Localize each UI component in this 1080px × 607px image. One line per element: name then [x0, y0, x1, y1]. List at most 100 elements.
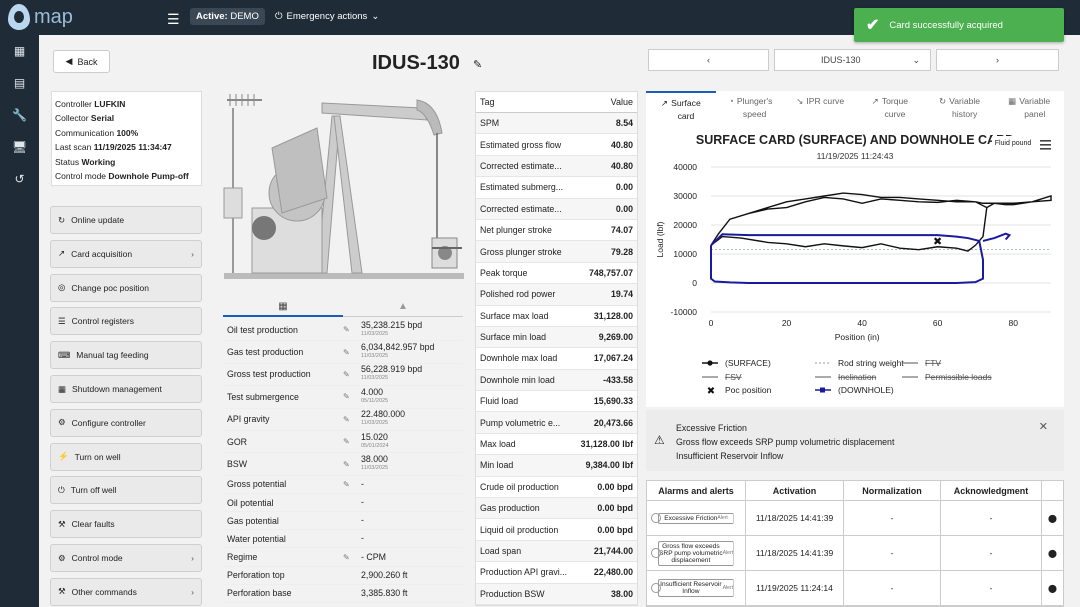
- command-label: Turn off well: [70, 485, 117, 496]
- x-tick-label: 20: [782, 318, 792, 328]
- edit-icon[interactable]: ✎: [343, 460, 361, 469]
- tab-equipment[interactable]: ▲: [343, 297, 463, 317]
- tag-row: Corrected estimate... 0.00: [476, 198, 637, 220]
- edit-icon[interactable]: ✎: [343, 392, 361, 401]
- y-tick-label: 20000: [673, 220, 697, 230]
- y-tick-label: 40000: [673, 162, 697, 172]
- command-button[interactable]: ⚙ Configure controller: [50, 408, 202, 437]
- legend-marker: ✖: [707, 386, 715, 397]
- command-button[interactable]: ↗ Card acquisition ›: [50, 239, 202, 268]
- acknowledge-stamp-icon[interactable]: ⬤: [1042, 536, 1063, 570]
- command-button[interactable]: ↻ Online update: [50, 206, 202, 234]
- command-button[interactable]: ▦ Shutdown management: [50, 375, 202, 403]
- production-date: 11/03/2025: [361, 375, 389, 382]
- tag-value: 0.00: [615, 182, 633, 193]
- pumpjack-illustration: [223, 94, 464, 279]
- dashboard-icon[interactable]: ▦: [0, 35, 39, 67]
- monitor-icon[interactable]: 🖥: [0, 131, 39, 163]
- tag-name: Surface min load: [480, 332, 547, 343]
- production-value-text: -: [361, 497, 364, 508]
- production-date: 11/03/2025: [361, 465, 389, 472]
- prev-well-button[interactable]: ‹: [648, 49, 769, 71]
- tag-name: Liquid oil production: [480, 524, 559, 535]
- command-button[interactable]: ☰ Control registers: [50, 307, 202, 336]
- tag-row: Production BSW 38.00: [476, 583, 637, 605]
- tag-value: 40.80: [610, 139, 633, 150]
- tools-icon[interactable]: 🔧: [0, 99, 39, 131]
- edit-icon[interactable]: ✎: [343, 437, 361, 446]
- alarm-select-radio[interactable]: [651, 513, 661, 523]
- tab-chart[interactable]: ◔ Plunger's speed: [716, 91, 786, 122]
- y-tick-label: 30000: [673, 191, 697, 201]
- active-mode-badge[interactable]: Active: DEMO: [190, 8, 265, 25]
- report-icon[interactable]: ▤: [0, 67, 39, 99]
- tag-row: Net plunger stroke 74.07: [476, 220, 637, 242]
- command-button[interactable]: ⚒ Other commands ›: [50, 577, 202, 606]
- menu-icon[interactable]: ☰: [167, 11, 180, 28]
- close-icon[interactable]: ✕: [1039, 420, 1048, 434]
- alarm-activation: 11/18/2025 14:41:39: [746, 536, 844, 570]
- tab-chart[interactable]: ↘ IPR curve: [785, 91, 855, 122]
- edit-icon[interactable]: ✎: [473, 58, 482, 71]
- edit-icon[interactable]: ✎: [343, 348, 361, 357]
- tab-chart[interactable]: ↗ Surface card: [646, 91, 716, 122]
- emergency-actions-menu[interactable]: ⏻ Emergency actions ⌄: [275, 11, 379, 22]
- history-icon[interactable]: ↺: [0, 163, 39, 195]
- tag-name: Min load: [480, 460, 514, 471]
- alarm-select-radio[interactable]: [651, 548, 661, 558]
- tag-value: 19.74: [610, 289, 633, 300]
- command-button[interactable]: ⚙ Control mode ›: [50, 544, 202, 572]
- acknowledge-stamp-icon[interactable]: ⬤: [1042, 571, 1063, 605]
- well-selector[interactable]: IDUS-130 ⌄: [774, 49, 931, 71]
- alarm-select-radio[interactable]: [651, 583, 661, 593]
- production-label: Gas potential: [227, 515, 279, 526]
- back-button[interactable]: ◀ Back: [53, 50, 110, 73]
- command-button[interactable]: ⏻ Turn off well: [50, 476, 202, 505]
- logo-text: map: [34, 5, 73, 28]
- production-value: 15.020 05/01/2024: [361, 432, 463, 451]
- edit-icon[interactable]: ✎: [343, 415, 361, 424]
- tab-chart[interactable]: ▦ Variable panel: [994, 91, 1064, 122]
- success-toast[interactable]: ✔ Card successfully acquired: [854, 8, 1064, 42]
- tab-production[interactable]: ▦: [223, 297, 343, 317]
- tag-name: Estimated submerg...: [480, 182, 564, 193]
- command-button[interactable]: ⚡ Turn on well: [50, 442, 202, 471]
- tab-label: Torque curve: [882, 95, 908, 121]
- command-button[interactable]: ⚒ Clear faults: [50, 510, 202, 539]
- production-row: GOR ✎ 15.020 05/01/2024: [223, 431, 463, 454]
- sidebar: ▦ ▤ 🔧 🖥 ↺: [0, 35, 39, 607]
- command-label: Manual tag feeding: [76, 350, 149, 361]
- tag-name: Production API gravi...: [480, 567, 568, 578]
- tag-value: 9,384.00 lbf: [585, 460, 633, 471]
- acknowledge-stamp-icon[interactable]: ⬤: [1042, 501, 1063, 535]
- logo-drop-icon: [8, 4, 30, 30]
- tag-row: Corrected estimate... 40.80: [476, 155, 637, 178]
- command-button[interactable]: ◎ Change poc position: [50, 273, 202, 302]
- tag-row: Surface max load 31,128.00: [476, 306, 637, 327]
- command-button[interactable]: ⌨ Manual tag feeding: [50, 341, 202, 370]
- edit-icon[interactable]: ✎: [343, 370, 361, 379]
- production-value: 38.000 11/03/2025: [361, 455, 463, 473]
- alarms-header: Alarms and alerts Activation Normalizati…: [647, 481, 1063, 501]
- edit-icon[interactable]: ✎: [343, 480, 361, 489]
- tag-row: Production API gravi... 22,480.00: [476, 562, 637, 584]
- x-tick-label: 60: [933, 318, 943, 328]
- alarm-type: Alert: [722, 584, 733, 591]
- production-value: 4.000 05/11/2025: [361, 387, 463, 406]
- building-icon: ▦: [278, 300, 288, 312]
- next-well-button[interactable]: ›: [936, 49, 1059, 71]
- production-row: API gravity ✎ 22.480.000 11/03/2025: [223, 409, 463, 431]
- edit-icon[interactable]: ✎: [343, 325, 361, 334]
- tag-table: Tag Value SPM 8.54 Estimated gross flow 40.8…: [475, 91, 638, 606]
- logo[interactable]: map: [8, 4, 73, 30]
- tag-row: Estimated gross flow 40.80: [476, 134, 637, 156]
- tab-chart[interactable]: ↻ Variable history: [925, 91, 995, 122]
- production-value: - CPM: [361, 552, 463, 562]
- production-value-text: -: [361, 533, 364, 544]
- chart-menu-icon[interactable]: [1040, 140, 1051, 150]
- command-label: Control registers: [71, 316, 134, 327]
- tag-name: Estimated gross flow: [480, 139, 562, 150]
- production-label: Perforation top: [227, 570, 285, 581]
- tab-chart[interactable]: ↗ Torque curve: [855, 91, 925, 122]
- edit-icon[interactable]: ✎: [343, 553, 361, 562]
